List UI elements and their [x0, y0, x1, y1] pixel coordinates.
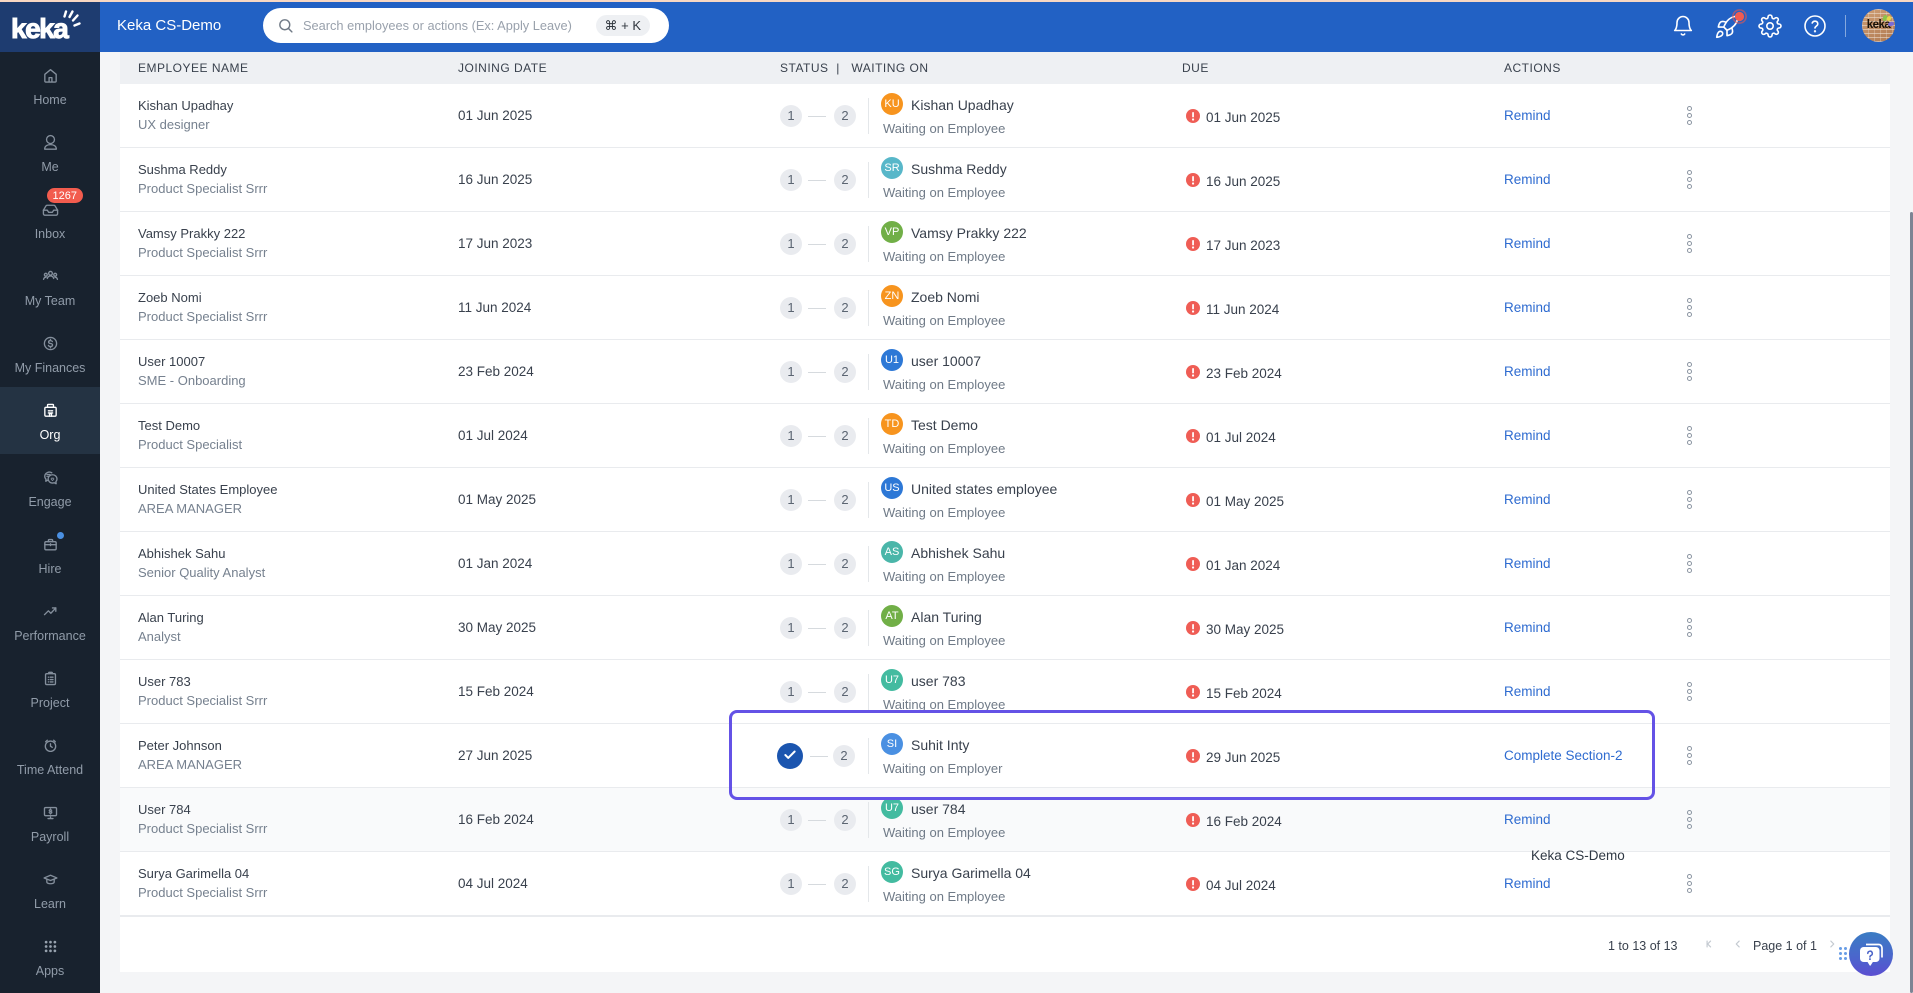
- svg-text:keka: keka: [11, 13, 69, 44]
